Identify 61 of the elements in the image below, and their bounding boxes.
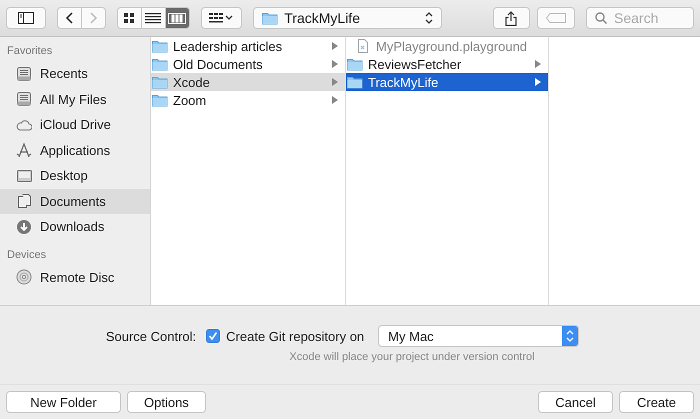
folder-icon	[347, 75, 363, 89]
sidebar-item[interactable]: Downloads	[0, 214, 150, 240]
documents-icon	[16, 193, 32, 210]
sidebar-item[interactable]: All My Files	[0, 86, 150, 112]
updown-icon	[424, 12, 433, 24]
share-icon	[505, 10, 518, 26]
view-mode-button[interactable]	[116, 7, 142, 29]
tray-icon	[16, 66, 32, 82]
file-row[interactable]: MyPlayground.playground	[346, 37, 548, 55]
file-row[interactable]: ReviewsFetcher	[346, 55, 548, 73]
download-icon	[16, 218, 32, 235]
desktop-icon	[16, 168, 32, 184]
file-row[interactable]: TrackMyLife	[346, 73, 548, 91]
sidebar-heading: Favorites	[6, 44, 54, 59]
folder-icon	[347, 57, 363, 71]
columns-icon	[168, 12, 186, 24]
view-mode-button[interactable]	[164, 7, 190, 29]
tag-icon	[546, 13, 566, 23]
sidebar-item[interactable]: Documents	[0, 188, 150, 214]
sidebar-item[interactable]: Desktop	[0, 163, 150, 188]
search-field[interactable]: Search	[586, 7, 694, 29]
sidebar-heading: Devices	[6, 248, 48, 262]
file-row[interactable]: Old Documents	[151, 55, 345, 73]
file-row[interactable]: Leadership articles	[151, 37, 345, 55]
folder-icon	[152, 39, 168, 53]
chevron-left-icon	[64, 12, 74, 24]
sidebar-item[interactable]: Remote Disc	[0, 264, 150, 290]
grid-icon	[123, 12, 136, 24]
disc-icon	[16, 269, 32, 286]
sidebar-item[interactable]: Recents	[0, 61, 150, 86]
chevron-right-icon	[88, 12, 98, 24]
grid-dropdown-icon	[209, 12, 234, 24]
sidebar-item[interactable]: iCloud Drive	[0, 112, 150, 138]
dialog-button[interactable]: New Folder	[6, 391, 121, 413]
dialog-button[interactable]: Options	[127, 391, 206, 413]
updown-icon	[566, 330, 574, 342]
search-icon	[595, 12, 607, 24]
back-button[interactable]	[56, 7, 82, 29]
folder-icon	[262, 11, 278, 25]
sidebar-item[interactable]: Applications	[0, 138, 150, 163]
location-popup[interactable]: TrackMyLife	[253, 7, 442, 29]
list-icon	[145, 12, 162, 24]
apps-icon	[16, 142, 32, 158]
sidebar-icon	[18, 12, 34, 24]
file-row[interactable]: Xcode	[151, 73, 345, 91]
location-dropdown[interactable]: My Mac	[378, 325, 580, 347]
dialog-button[interactable]: Cancel	[538, 391, 613, 413]
field-label: Source Control:	[106, 328, 196, 344]
dialog-button[interactable]: Create	[619, 391, 694, 413]
folder-icon	[152, 93, 168, 107]
hint-text: Xcode will place your project under version control	[289, 351, 535, 363]
tray-icon	[16, 91, 32, 108]
folder-icon	[152, 75, 168, 89]
share-button[interactable]	[492, 7, 530, 29]
folder-icon	[152, 57, 168, 71]
file-row[interactable]: Zoom	[151, 91, 345, 109]
checkmark-icon	[208, 331, 218, 341]
git-checkbox[interactable]: Create Git repository on	[206, 328, 364, 344]
arrange-button[interactable]	[200, 7, 242, 29]
sidebar-toggle-button[interactable]	[6, 7, 46, 29]
view-mode-button[interactable]	[140, 7, 166, 29]
